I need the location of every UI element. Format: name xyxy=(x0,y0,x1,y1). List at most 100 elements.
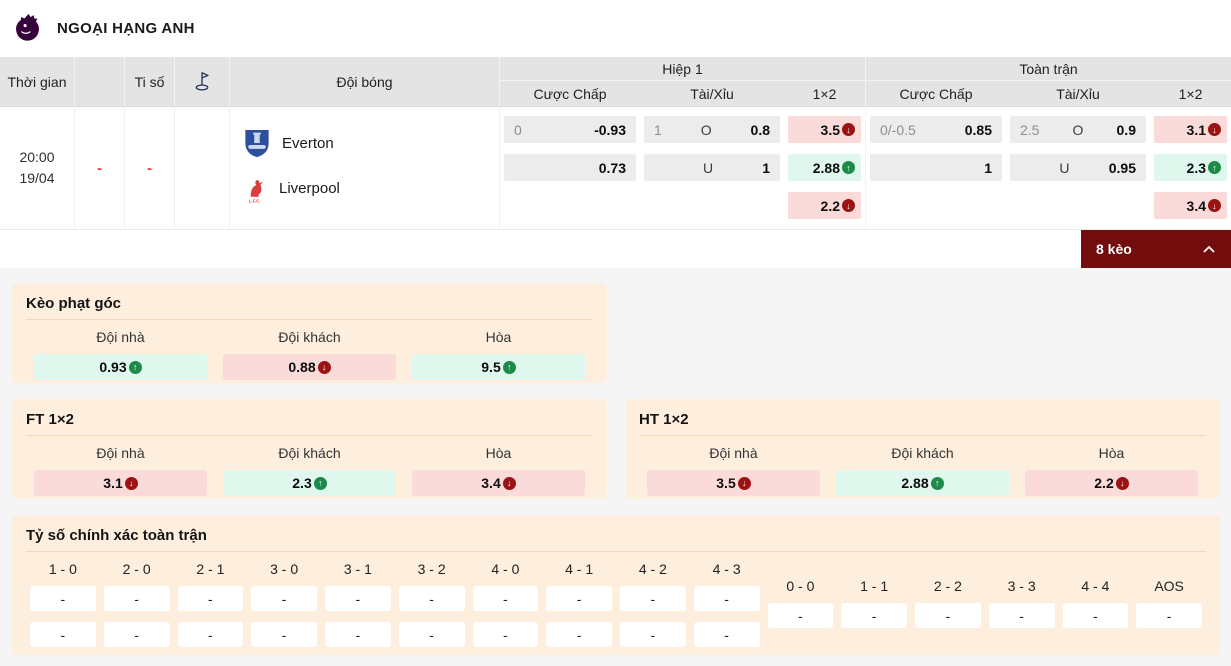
score-column-3-0: 3 - 0 - - xyxy=(251,561,317,658)
ft-draw-odd[interactable]: 3.4 ↓ xyxy=(412,470,585,496)
score-odd-cell[interactable]: - xyxy=(988,603,1055,628)
score-odd-cell[interactable]: - xyxy=(398,622,465,647)
ft-handicap-odd-1[interactable]: 0/-0.5 0.85 xyxy=(870,116,1002,143)
home-team-row[interactable]: Everton xyxy=(230,128,499,159)
score-odd-cell[interactable]: - xyxy=(546,586,612,611)
score-odd-cell[interactable]: - xyxy=(1136,603,1202,628)
trend-down-icon: ↓ xyxy=(842,123,855,136)
score-odd-cell[interactable]: - xyxy=(30,622,96,647)
match-score-cell: - xyxy=(125,107,175,229)
score-odd-cell[interactable]: - xyxy=(325,586,391,611)
score-column-3-2: 3 - 2 - - xyxy=(398,561,465,658)
score-odd-cell[interactable]: - xyxy=(546,622,612,647)
h1-1x2-home-odd[interactable]: 3.5 ↓ xyxy=(788,116,861,143)
trend-down-icon: ↓ xyxy=(737,476,751,490)
score-label: 4 - 1 xyxy=(565,561,594,577)
trend-down-icon: ↓ xyxy=(502,476,516,490)
ft-over-under-column: 2.5 O 0.9 U 0.95 xyxy=(1006,116,1150,229)
score-column-3-3: 3 - 3 - xyxy=(988,561,1055,658)
column-header-score: Ti số xyxy=(125,57,175,106)
score-odd-cell[interactable]: - xyxy=(693,586,760,611)
score-odd-cell[interactable]: - xyxy=(103,622,170,647)
h1-under-odd[interactable]: U 1 xyxy=(644,154,780,181)
divider xyxy=(26,319,593,320)
score-odd-cell[interactable]: - xyxy=(177,622,244,647)
score-odd-cell[interactable]: - xyxy=(841,603,907,628)
ft-home-odd[interactable]: 3.1 ↓ xyxy=(34,470,207,496)
score-column-4-3: 4 - 3 - - xyxy=(693,561,760,658)
column-header-blank xyxy=(75,57,125,106)
ou-side: O xyxy=(700,121,712,138)
handicap-odds: 0.73 xyxy=(598,159,626,176)
ft-handicap-odd-2[interactable]: 1 xyxy=(870,154,1002,181)
score-label: 1 - 0 xyxy=(48,561,77,577)
odds-value: 2.88 xyxy=(901,475,929,491)
ou-odds: 0.8 xyxy=(750,121,770,138)
corner-home-odd[interactable]: 0.93 ↑ xyxy=(34,354,207,380)
betting-page: NGOẠI HẠNG ANH Thời gian Ti số Đội bóng … xyxy=(0,0,1231,666)
ou-line: 2.5 xyxy=(1020,121,1040,138)
liverpool-crest-icon: L.F.C. xyxy=(243,174,268,204)
match-score-dash: - xyxy=(147,159,152,177)
ht-1x2-panel: HT 1×2 Đội nhà 3.5 ↓ Đội khách 2.88 ↑ Hò… xyxy=(625,399,1220,499)
subheader-h1-handicap: Cược Chấp xyxy=(533,85,607,102)
score-odd-cell[interactable]: - xyxy=(620,586,686,611)
ft-over-odd[interactable]: 2.5 O 0.9 xyxy=(1010,116,1146,143)
ft-1x2-home-odd[interactable]: 3.1 ↓ xyxy=(1154,116,1227,143)
corner-home-label: Đội nhà xyxy=(96,329,145,345)
score-odd-cell[interactable]: - xyxy=(472,622,539,647)
away-team-row[interactable]: L.F.C. Liverpool xyxy=(230,173,499,204)
score-odd-cell[interactable]: - xyxy=(693,622,760,647)
odds-head: Hiệp 1 Cược Chấp Tài/Xỉu 1×2 Toàn trận C… xyxy=(500,57,1231,106)
group-title-full-time: Toàn trận xyxy=(866,57,1231,81)
panel-title: FT 1×2 xyxy=(26,411,74,428)
score-odd-cell[interactable]: - xyxy=(177,586,244,611)
corner-draw-odd[interactable]: 9.5 ↑ xyxy=(412,354,585,380)
score-odd-cell[interactable]: - xyxy=(398,586,465,611)
ht-draw-odd[interactable]: 2.2 ↓ xyxy=(1025,470,1198,496)
trend-up-icon: ↑ xyxy=(1208,161,1221,174)
divider xyxy=(26,435,593,436)
ft-away-odd[interactable]: 2.3 ↑ xyxy=(223,470,396,496)
1x2-odds: 3.4 xyxy=(1186,197,1206,214)
odds-value: 3.1 xyxy=(103,475,123,491)
h1-handicap-odd-2[interactable]: 0.73 xyxy=(504,154,636,181)
table-footer: 8 kèo xyxy=(0,230,1231,268)
score-column-aos: AOS - xyxy=(1136,561,1202,658)
1x2-odds: 2.88 xyxy=(812,159,840,176)
h1-1x2-draw-odd[interactable]: 2.2 ↓ xyxy=(788,192,861,219)
score-column-1-1: 1 - 1 - xyxy=(841,561,907,658)
h1-over-odd[interactable]: 1 O 0.8 xyxy=(644,116,780,143)
trend-up-icon: ↑ xyxy=(128,360,142,374)
corner-away-odd[interactable]: 0.88 ↓ xyxy=(223,354,396,380)
score-odd-cell[interactable]: - xyxy=(620,622,686,647)
score-odd-cell[interactable]: - xyxy=(915,603,981,628)
extra-bets-content: Kèo phạt góc Đội nhà 0.93 ↑ Đội khách 0.… xyxy=(0,268,1231,655)
score-label: 4 - 2 xyxy=(638,561,667,577)
ht-home-odd[interactable]: 3.5 ↓ xyxy=(647,470,820,496)
1x2-odds: 3.1 xyxy=(1186,121,1206,138)
ft-1x2-draw-odd[interactable]: 3.4 ↓ xyxy=(1154,192,1227,219)
ou-side: U xyxy=(703,159,714,176)
score-odd-cell[interactable]: - xyxy=(251,586,317,611)
h1-handicap-odd-1[interactable]: 0 -0.93 xyxy=(504,116,636,143)
score-label: 0 - 0 xyxy=(786,578,815,594)
score-odd-cell[interactable]: - xyxy=(1062,603,1129,628)
score-odd-cell[interactable]: - xyxy=(325,622,391,647)
score-odd-cell[interactable]: - xyxy=(767,603,834,628)
score-column-4-1: 4 - 1 - - xyxy=(546,561,612,658)
away-team-name: Liverpool xyxy=(279,180,340,197)
ft-under-odd[interactable]: U 0.95 xyxy=(1010,154,1146,181)
ht-away-odd[interactable]: 2.88 ↑ xyxy=(836,470,1009,496)
column-header-time: Thời gian xyxy=(0,57,75,106)
bets-count-toggle[interactable]: 8 kèo xyxy=(1081,230,1231,268)
score-odd-cell[interactable]: - xyxy=(251,622,317,647)
kickoff-date: 19/04 xyxy=(19,170,55,186)
h1-1x2-away-odd[interactable]: 2.88 ↑ xyxy=(788,154,861,181)
score-odd-cell[interactable]: - xyxy=(472,586,539,611)
ft-1x2-away-odd[interactable]: 2.3 ↑ xyxy=(1154,154,1227,181)
score-odd-cell[interactable]: - xyxy=(103,586,170,611)
score-column-2-2: 2 - 2 - xyxy=(915,561,981,658)
corner-flag-icon xyxy=(175,57,230,106)
score-odd-cell[interactable]: - xyxy=(30,586,96,611)
